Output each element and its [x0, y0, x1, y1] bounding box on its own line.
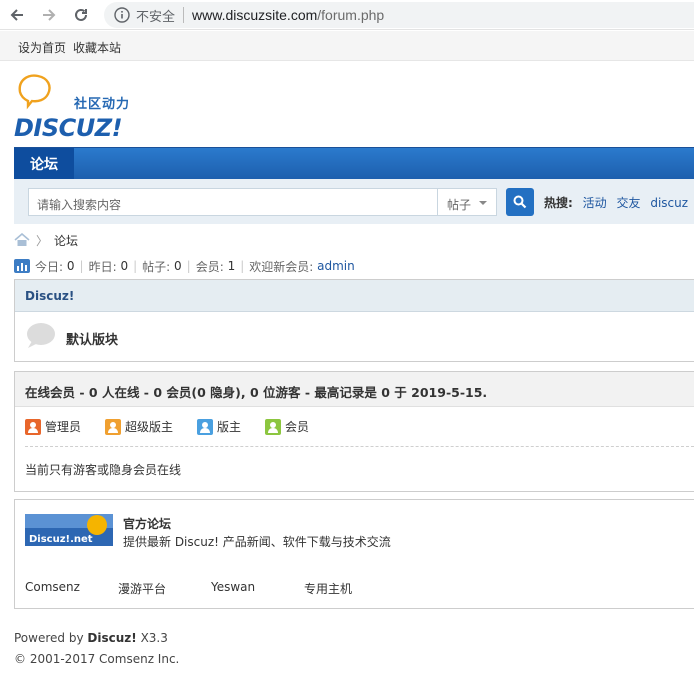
legend-divider: [25, 446, 694, 447]
reload-button[interactable]: [70, 4, 92, 26]
arrow-left-icon: [10, 9, 23, 21]
search-button[interactable]: [506, 188, 534, 216]
stat-today-value: 0: [66, 259, 75, 273]
friend-link[interactable]: Comsenz: [25, 580, 80, 594]
search-input[interactable]: 请输入搜索内容: [28, 188, 438, 216]
arrow-right-icon: [43, 9, 56, 21]
copyright: © 2001-2017 Comsenz Inc.: [14, 652, 180, 666]
top-links-bar: 设为首页 收藏本站: [0, 31, 694, 61]
site-logo[interactable]: 社区动力 DISCUZ!: [14, 72, 154, 142]
product-version: X3.3: [140, 631, 168, 645]
url-path: /forum.php: [317, 7, 385, 23]
online-header-text: 在线会员 - 0 人在线 - 0 会员(0 隐身), 0 位游客 - 最高记录是…: [25, 385, 488, 400]
logo-tagline: 社区动力: [73, 96, 130, 112]
search-scope-select[interactable]: 帖子: [437, 188, 497, 216]
search-placeholder: 请输入搜索内容: [37, 198, 122, 212]
stat-newest-label: 欢迎新会员:: [249, 259, 314, 274]
stat-yesterday-label: 昨日:: [88, 259, 117, 274]
hot-searches: 热搜: 活动 交友 discuz: [544, 194, 688, 211]
set-homepage-link[interactable]: 设为首页: [18, 39, 66, 56]
powered-by: Powered by Discuz! X3.3: [14, 631, 168, 645]
breadcrumb-separator: 〉: [36, 233, 49, 248]
member-legend: 管理员 超级版主 版主 会员: [25, 418, 333, 435]
forum-name-link[interactable]: 默认版块: [66, 329, 118, 348]
hot-item[interactable]: discuz: [650, 196, 688, 210]
legend-label: 版主: [217, 420, 242, 434]
back-button[interactable]: [6, 4, 28, 26]
forward-button[interactable]: [38, 4, 60, 26]
browser-toolbar: 不安全 www.discuzsite.com/forum.php: [0, 0, 694, 30]
legend-label: 超级版主: [125, 420, 174, 434]
legend-item: 会员: [265, 418, 309, 435]
url-host: www.discuzsite.com: [192, 7, 318, 23]
discuz-logo-icon: 社区动力 DISCUZ!: [14, 74, 130, 142]
nav-tab-forum[interactable]: 论坛: [14, 148, 74, 179]
search-icon: [513, 195, 527, 209]
forum-group-title[interactable]: Discuz!: [25, 289, 74, 303]
stat-posts-label: 帖子:: [142, 259, 171, 274]
legend-item: 版主: [197, 418, 241, 435]
online-members-panel: 在线会员 - 0 人在线 - 0 会员(0 隐身), 0 位游客 - 最高记录是…: [14, 371, 694, 492]
breadcrumb-current[interactable]: 论坛: [54, 232, 78, 249]
moderator-user-icon: [197, 418, 214, 435]
powered-prefix: Powered by: [14, 631, 84, 645]
forum-group-panel: Discuz!: [14, 279, 694, 362]
forum-bubble-icon[interactable]: [24, 321, 56, 349]
friend-link[interactable]: 专用主机: [304, 580, 352, 597]
friend-link[interactable]: 漫游平台: [118, 580, 166, 597]
legend-item: 超级版主: [105, 418, 173, 435]
home-icon[interactable]: [14, 233, 30, 247]
hot-label: 热搜:: [544, 196, 573, 210]
stat-today-label: 今日:: [35, 259, 64, 274]
reload-icon: [75, 8, 87, 21]
stats-chart-icon: [14, 259, 30, 273]
partner-logo[interactable]: Discuz!.net: [25, 514, 113, 546]
breadcrumb: 〉 论坛: [14, 232, 78, 248]
online-header: 在线会员 - 0 人在线 - 0 会员(0 隐身), 0 位游客 - 最高记录是…: [15, 372, 694, 407]
legend-item: 管理员: [25, 418, 81, 435]
online-message: 当前只有游客或隐身会员在线: [25, 463, 182, 477]
stat-members-label: 会员:: [195, 259, 224, 274]
partner-description: 提供最新 Discuz! 产品新闻、软件下载与技术交流: [123, 535, 391, 549]
chevron-down-icon: [479, 201, 487, 205]
friend-link[interactable]: Yeswan: [211, 580, 255, 594]
hot-item[interactable]: 交友: [616, 196, 640, 210]
forum-stats: 今日: 0 | 昨日: 0 | 帖子: 0 | 会员: 1 | 欢迎新会员: a…: [14, 258, 355, 274]
security-label: 不安全: [136, 9, 176, 25]
product-link[interactable]: Discuz!: [87, 631, 136, 645]
partner-logo-text: Discuz!.net: [29, 534, 93, 545]
url-text[interactable]: www.discuzsite.com/forum.php: [192, 7, 384, 23]
supermod-user-icon: [105, 418, 122, 435]
partners-panel: Discuz!.net 官方论坛 提供最新 Discuz! 产品新闻、软件下载与…: [14, 499, 694, 609]
stat-yesterday-value: 0: [120, 259, 129, 273]
member-user-icon: [265, 418, 282, 435]
search-bar: 请输入搜索内容 帖子 热搜: 活动 交友 discuz: [14, 179, 694, 224]
partner-title[interactable]: 官方论坛: [123, 515, 171, 532]
newest-member-link[interactable]: admin: [317, 259, 355, 273]
bookmark-link[interactable]: 收藏本站: [73, 39, 121, 56]
search-scope-value: 帖子: [447, 198, 472, 212]
address-bar[interactable]: 不安全 www.discuzsite.com/forum.php: [104, 2, 694, 28]
legend-label: 管理员: [45, 420, 82, 434]
info-icon[interactable]: [114, 7, 130, 23]
main-nav: 论坛: [14, 147, 694, 179]
address-divider: [183, 7, 185, 23]
forum-group-header: Discuz!: [15, 280, 694, 312]
admin-user-icon: [25, 418, 41, 435]
stat-posts-value: 0: [174, 259, 182, 273]
discuz-net-logo-icon: Discuz!.net: [25, 514, 113, 546]
stat-members-value: 1: [227, 259, 236, 273]
legend-label: 会员: [285, 420, 310, 434]
hot-item[interactable]: 活动: [583, 196, 607, 210]
logo-wordmark: DISCUZ!: [14, 114, 122, 140]
